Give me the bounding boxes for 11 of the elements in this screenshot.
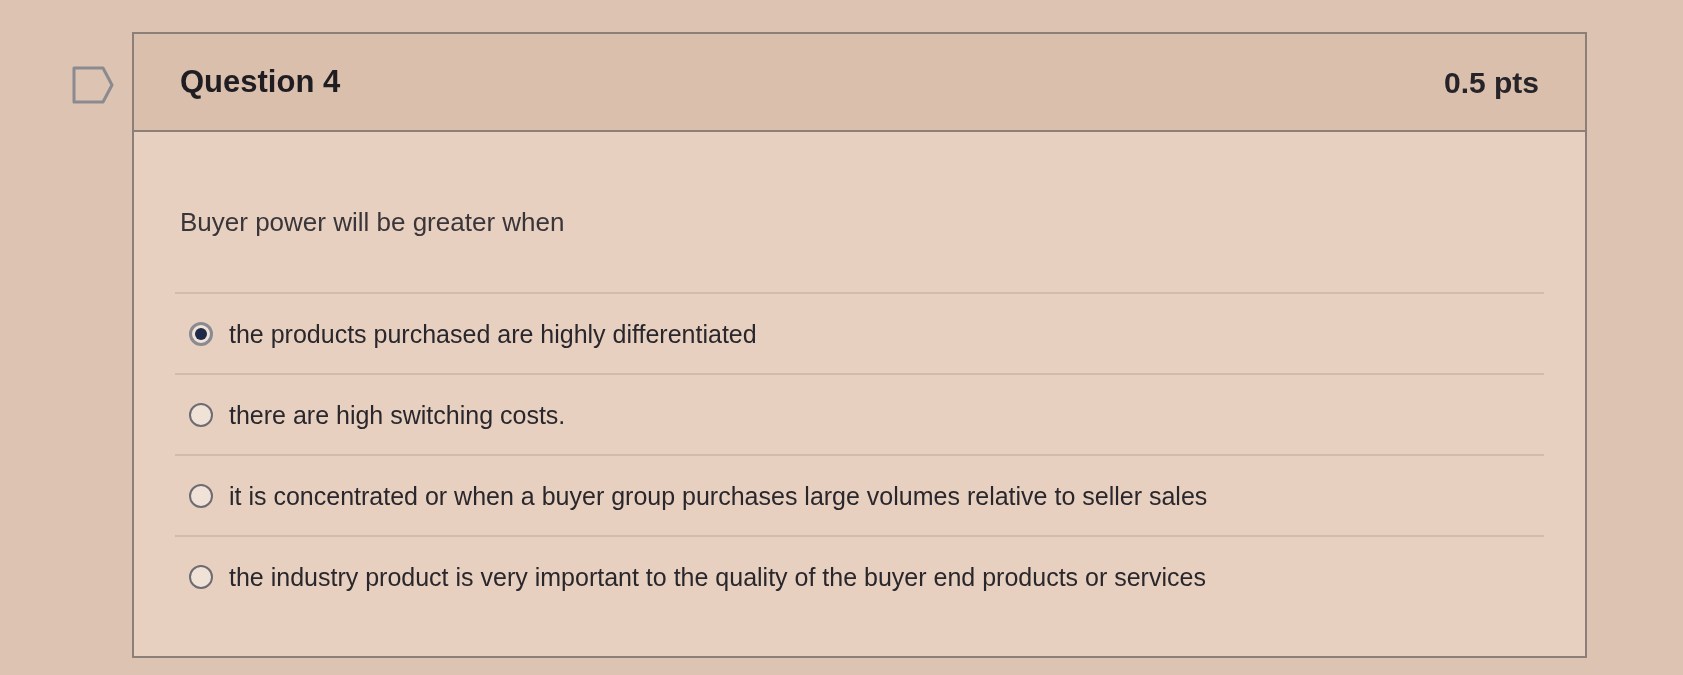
answer-label[interactable]: it is concentrated or when a buyer group purchases large volumes relative to seller sales — [229, 480, 1208, 511]
radio-button[interactable] — [189, 321, 213, 346]
question-title: Question 4 — [180, 62, 341, 101]
radio-button[interactable] — [189, 483, 213, 508]
answer-label[interactable]: the industry product is very important to the quality of the buyer end products or services — [229, 561, 1206, 592]
answer-label[interactable]: there are high switching costs. — [229, 399, 566, 430]
radio-button[interactable] — [189, 402, 213, 427]
question-prompt: Buyer power will be greater when — [179, 206, 566, 238]
radio-button[interactable] — [189, 564, 213, 589]
question-points: 0.5 pts — [1443, 64, 1539, 101]
answer-label[interactable]: the products purchased are highly differentiated — [229, 318, 757, 349]
